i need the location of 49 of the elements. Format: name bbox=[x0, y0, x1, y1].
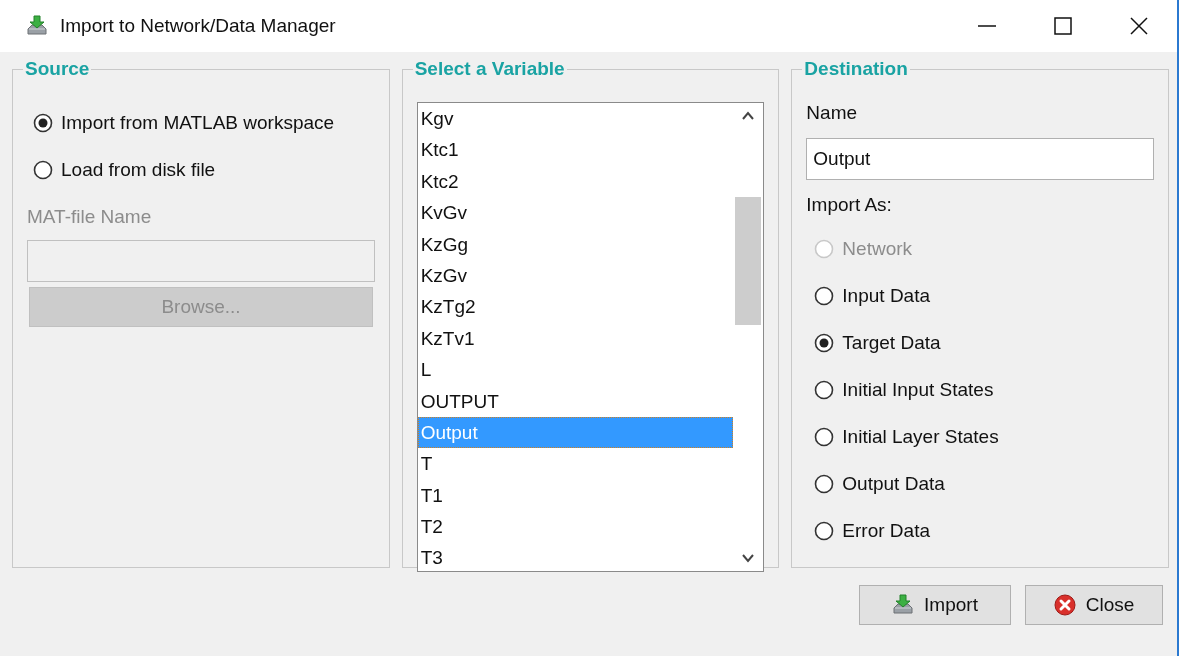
list-item[interactable]: KvGv bbox=[417, 197, 734, 229]
list-item[interactable]: KzTg2 bbox=[417, 291, 734, 323]
import-icon bbox=[892, 594, 915, 616]
minimize-icon bbox=[977, 25, 997, 27]
panel-title: Source bbox=[24, 58, 91, 80]
scrollbar-thumb[interactable] bbox=[735, 197, 762, 325]
option-label: Output Data bbox=[842, 473, 945, 495]
option-label: Error Data bbox=[842, 520, 930, 542]
variable-list[interactable]: Kgv Ktc1 Ktc2 KvGv KzGg KzGv KzTg2 KzTv1 L OUTPUT Output T T1 T2 T3 bbox=[416, 102, 765, 572]
import-icon bbox=[26, 15, 48, 37]
list-item[interactable]: KzGg bbox=[417, 228, 734, 260]
close-icon bbox=[1053, 594, 1076, 616]
maximize-icon bbox=[1053, 16, 1073, 36]
panel-title: Select a Variable bbox=[413, 58, 566, 80]
field-label: Import As: bbox=[806, 194, 893, 216]
option-label: Initial Layer States bbox=[842, 426, 999, 448]
radio-button[interactable] bbox=[814, 380, 835, 400]
list-item[interactable]: Ktc2 bbox=[417, 165, 734, 198]
close-dialog-button[interactable]: Close bbox=[1025, 585, 1163, 625]
radio-button[interactable] bbox=[814, 427, 835, 447]
list-item[interactable]: T1 bbox=[417, 479, 734, 512]
import-button[interactable]: Import bbox=[859, 585, 1011, 625]
radio-button[interactable] bbox=[33, 160, 53, 180]
option-label: Initial Input States bbox=[842, 379, 994, 401]
radio-button[interactable] bbox=[814, 474, 835, 494]
option-label: Network bbox=[842, 238, 913, 260]
list-item[interactable]: T2 bbox=[417, 511, 734, 543]
option-label: Target Data bbox=[842, 332, 941, 354]
list-item[interactable]: KzGv bbox=[417, 259, 734, 292]
option-label: Input Data bbox=[842, 285, 930, 307]
name-field[interactable]: Output bbox=[806, 138, 1154, 180]
list-item[interactable]: KzTv1 bbox=[417, 322, 734, 355]
list-item[interactable]: L bbox=[417, 354, 734, 386]
close-icon bbox=[1129, 16, 1149, 36]
radio-button[interactable] bbox=[814, 286, 835, 306]
list-item[interactable]: Kgv bbox=[417, 103, 734, 135]
list-item[interactable]: T3 bbox=[417, 542, 734, 571]
radio-button[interactable] bbox=[814, 521, 835, 541]
panel-title: Destination bbox=[803, 58, 909, 80]
window-title: Import to Network/Data Manager bbox=[60, 15, 337, 37]
list-item[interactable]: Ktc1 bbox=[417, 134, 734, 166]
option-label: Load from disk file bbox=[61, 159, 216, 181]
field-label: Name bbox=[806, 102, 859, 124]
radio-button[interactable] bbox=[814, 333, 835, 353]
radio-button[interactable] bbox=[33, 113, 53, 133]
list-item[interactable]: T bbox=[417, 448, 734, 480]
list-item[interactable]: OUTPUT bbox=[417, 385, 734, 417]
option-label: Import from MATLAB workspace bbox=[61, 112, 335, 134]
field-label: MAT-file Name bbox=[27, 206, 153, 228]
